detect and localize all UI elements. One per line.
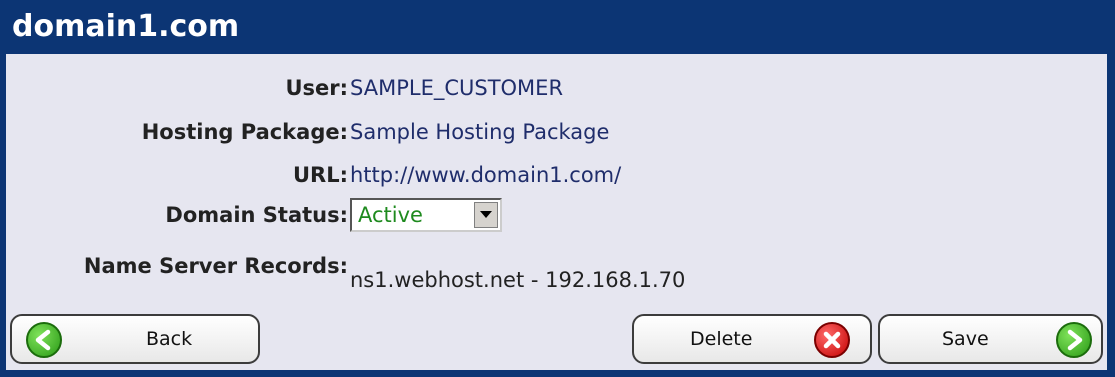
domain-status-row: Domain Status: Active: [6, 195, 1107, 235]
hosting-package-row: Hosting Package: Sample Hosting Package: [6, 112, 1107, 152]
url-row: URL: http://www.domain1.com/: [6, 155, 1107, 195]
back-button[interactable]: Back: [10, 314, 260, 364]
arrow-right-icon: [1056, 322, 1092, 358]
domain-status-select[interactable]: Active: [350, 198, 502, 232]
delete-button-label: Delete: [690, 328, 753, 350]
domain-details: User: SAMPLE_CUSTOMER Hosting Package: S…: [6, 54, 1107, 370]
arrow-left-icon: [26, 322, 62, 358]
url-value: http://www.domain1.com/: [350, 163, 622, 187]
user-row: User: SAMPLE_CUSTOMER: [6, 68, 1107, 108]
user-label: User:: [285, 76, 348, 100]
hosting-package-label: Hosting Package:: [141, 120, 348, 144]
domain-status-selected: Active: [358, 203, 423, 227]
back-button-label: Back: [146, 328, 193, 350]
save-button[interactable]: Save: [878, 314, 1103, 364]
name-server-records-value: ns1.webhost.net - 192.168.1.70: [350, 268, 686, 292]
page-title: domain1.com: [12, 9, 240, 44]
domain-status-label: Domain Status:: [165, 203, 348, 227]
name-server-records-label: Name Server Records:: [83, 254, 348, 278]
delete-button[interactable]: Delete: [632, 314, 872, 364]
domain-panel: domain1.com User: SAMPLE_CUSTOMER Hostin…: [0, 0, 1115, 377]
name-server-records-row: Name Server Records: ns1.webhost.net - 1…: [6, 246, 1107, 292]
hosting-package-value: Sample Hosting Package: [350, 120, 610, 144]
close-icon: [814, 322, 850, 358]
user-value: SAMPLE_CUSTOMER: [350, 76, 564, 100]
url-label: URL:: [292, 163, 348, 187]
chevron-down-icon[interactable]: [474, 202, 498, 228]
save-button-label: Save: [942, 328, 989, 350]
